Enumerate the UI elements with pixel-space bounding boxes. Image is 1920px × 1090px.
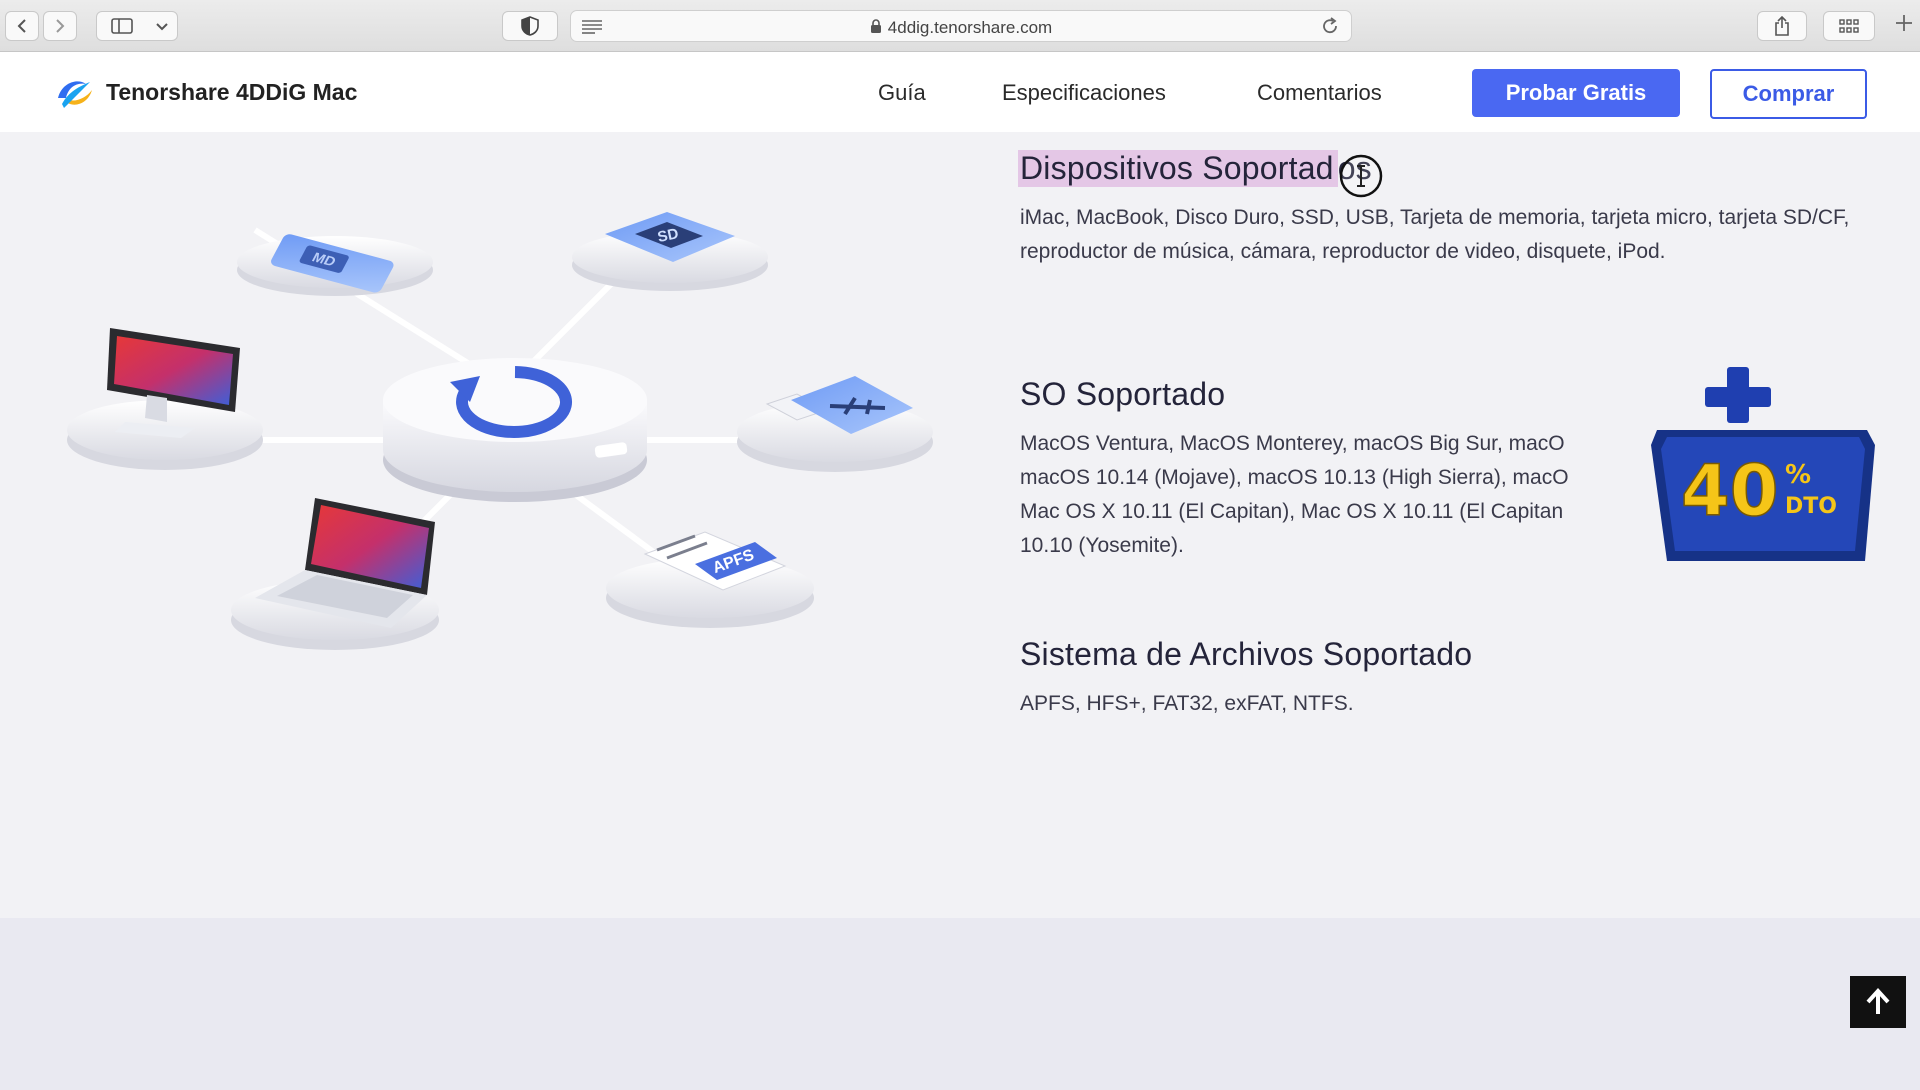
os-text-line: MacOS Ventura, MacOS Monterey, macOS Big… <box>1020 432 1565 455</box>
lock-icon <box>870 19 881 33</box>
sidebar-button[interactable] <box>96 11 178 41</box>
shield-icon <box>521 16 539 36</box>
forward-button[interactable] <box>43 11 77 41</box>
devices-title: Dispositivos Soportados <box>1018 150 1850 187</box>
new-tab-button[interactable] <box>1895 14 1913 37</box>
nav-comentarios[interactable]: Comentarios <box>1257 80 1382 106</box>
badge-suffix: DTO <box>1785 494 1837 519</box>
devices-text: iMac, MacBook, Disco Duro, SSD, USB, Tar… <box>1020 206 1850 263</box>
os-text-line: Mac OS X 10.11 (El Capitan), Mac OS X 10… <box>1020 500 1564 523</box>
hub-node <box>383 358 647 502</box>
reload-icon[interactable] <box>1321 17 1339 35</box>
comprar-button[interactable]: Comprar <box>1710 69 1867 119</box>
os-text: MacOS Ventura, MacOS Monterey, macOS Big… <box>1020 427 1660 563</box>
spec-filesystems: Sistema de Archivos Soportado APFS, HFS+… <box>1020 636 1850 721</box>
sidebar-icon <box>111 18 133 34</box>
chevron-left-icon <box>17 19 26 33</box>
os-text-line: 10.10 (Yosemite). <box>1020 534 1184 557</box>
address-bar[interactable]: 4ddig.tenorshare.com <box>570 10 1352 42</box>
arrow-up-icon <box>1866 988 1890 1014</box>
discount-badge[interactable]: 40 % DTO <box>1645 365 1880 570</box>
text-cursor-icon <box>1339 154 1383 198</box>
grid-icon <box>1839 19 1859 33</box>
sd-card-node: SD <box>572 212 768 291</box>
url-text: 4ddig.tenorshare.com <box>571 18 1351 38</box>
os-text-line: macOS 10.14 (Mojave), macOS 10.13 (High … <box>1020 466 1569 489</box>
usb-node <box>737 376 933 472</box>
back-to-top-button[interactable] <box>1850 976 1906 1028</box>
tenorshare-logo-icon <box>58 81 92 108</box>
site-logo[interactable]: Tenorshare 4DDiG Mac <box>52 72 357 112</box>
badge-percent: % <box>1785 460 1811 490</box>
privacy-button[interactable] <box>502 11 558 41</box>
md-drive-node: MD <box>237 234 433 296</box>
devices-illustration: MD SD APFS <box>67 212 933 650</box>
nav-guia[interactable]: Guía <box>878 80 926 106</box>
filesystems-text: APFS, HFS+, FAT32, exFAT, NTFS. <box>1020 692 1354 715</box>
logo-text: Tenorshare 4DDiG Mac <box>106 78 358 105</box>
filesystems-title: Sistema de Archivos Soportado <box>1020 636 1473 672</box>
chevron-right-icon <box>56 19 65 33</box>
probar-gratis-button[interactable]: Probar Gratis <box>1472 69 1680 117</box>
devices-title-selected: Dispositivos Soportad <box>1018 150 1338 187</box>
plus-icon <box>1896 15 1912 31</box>
site-header: Tenorshare 4DDiG Mac Guía Especificacion… <box>0 52 1920 132</box>
back-button[interactable] <box>5 11 39 41</box>
badge-value: 40 <box>1681 450 1778 532</box>
share-button[interactable] <box>1757 11 1807 41</box>
chevron-down-icon[interactable] <box>155 22 169 32</box>
footer-band <box>0 918 1920 1090</box>
laptop-node <box>231 498 439 650</box>
imac-node <box>67 328 263 470</box>
url-label: 4ddig.tenorshare.com <box>887 18 1053 37</box>
browser-toolbar: 4ddig.tenorshare.com <box>0 0 1920 52</box>
apfs-node: APFS <box>606 531 814 628</box>
share-icon <box>1775 16 1789 36</box>
spec-devices: Dispositivos Soportados iMac, MacBook, D… <box>1018 150 1850 269</box>
tabs-overview-button[interactable] <box>1823 11 1875 41</box>
nav-especificaciones[interactable]: Especificaciones <box>1002 80 1166 106</box>
